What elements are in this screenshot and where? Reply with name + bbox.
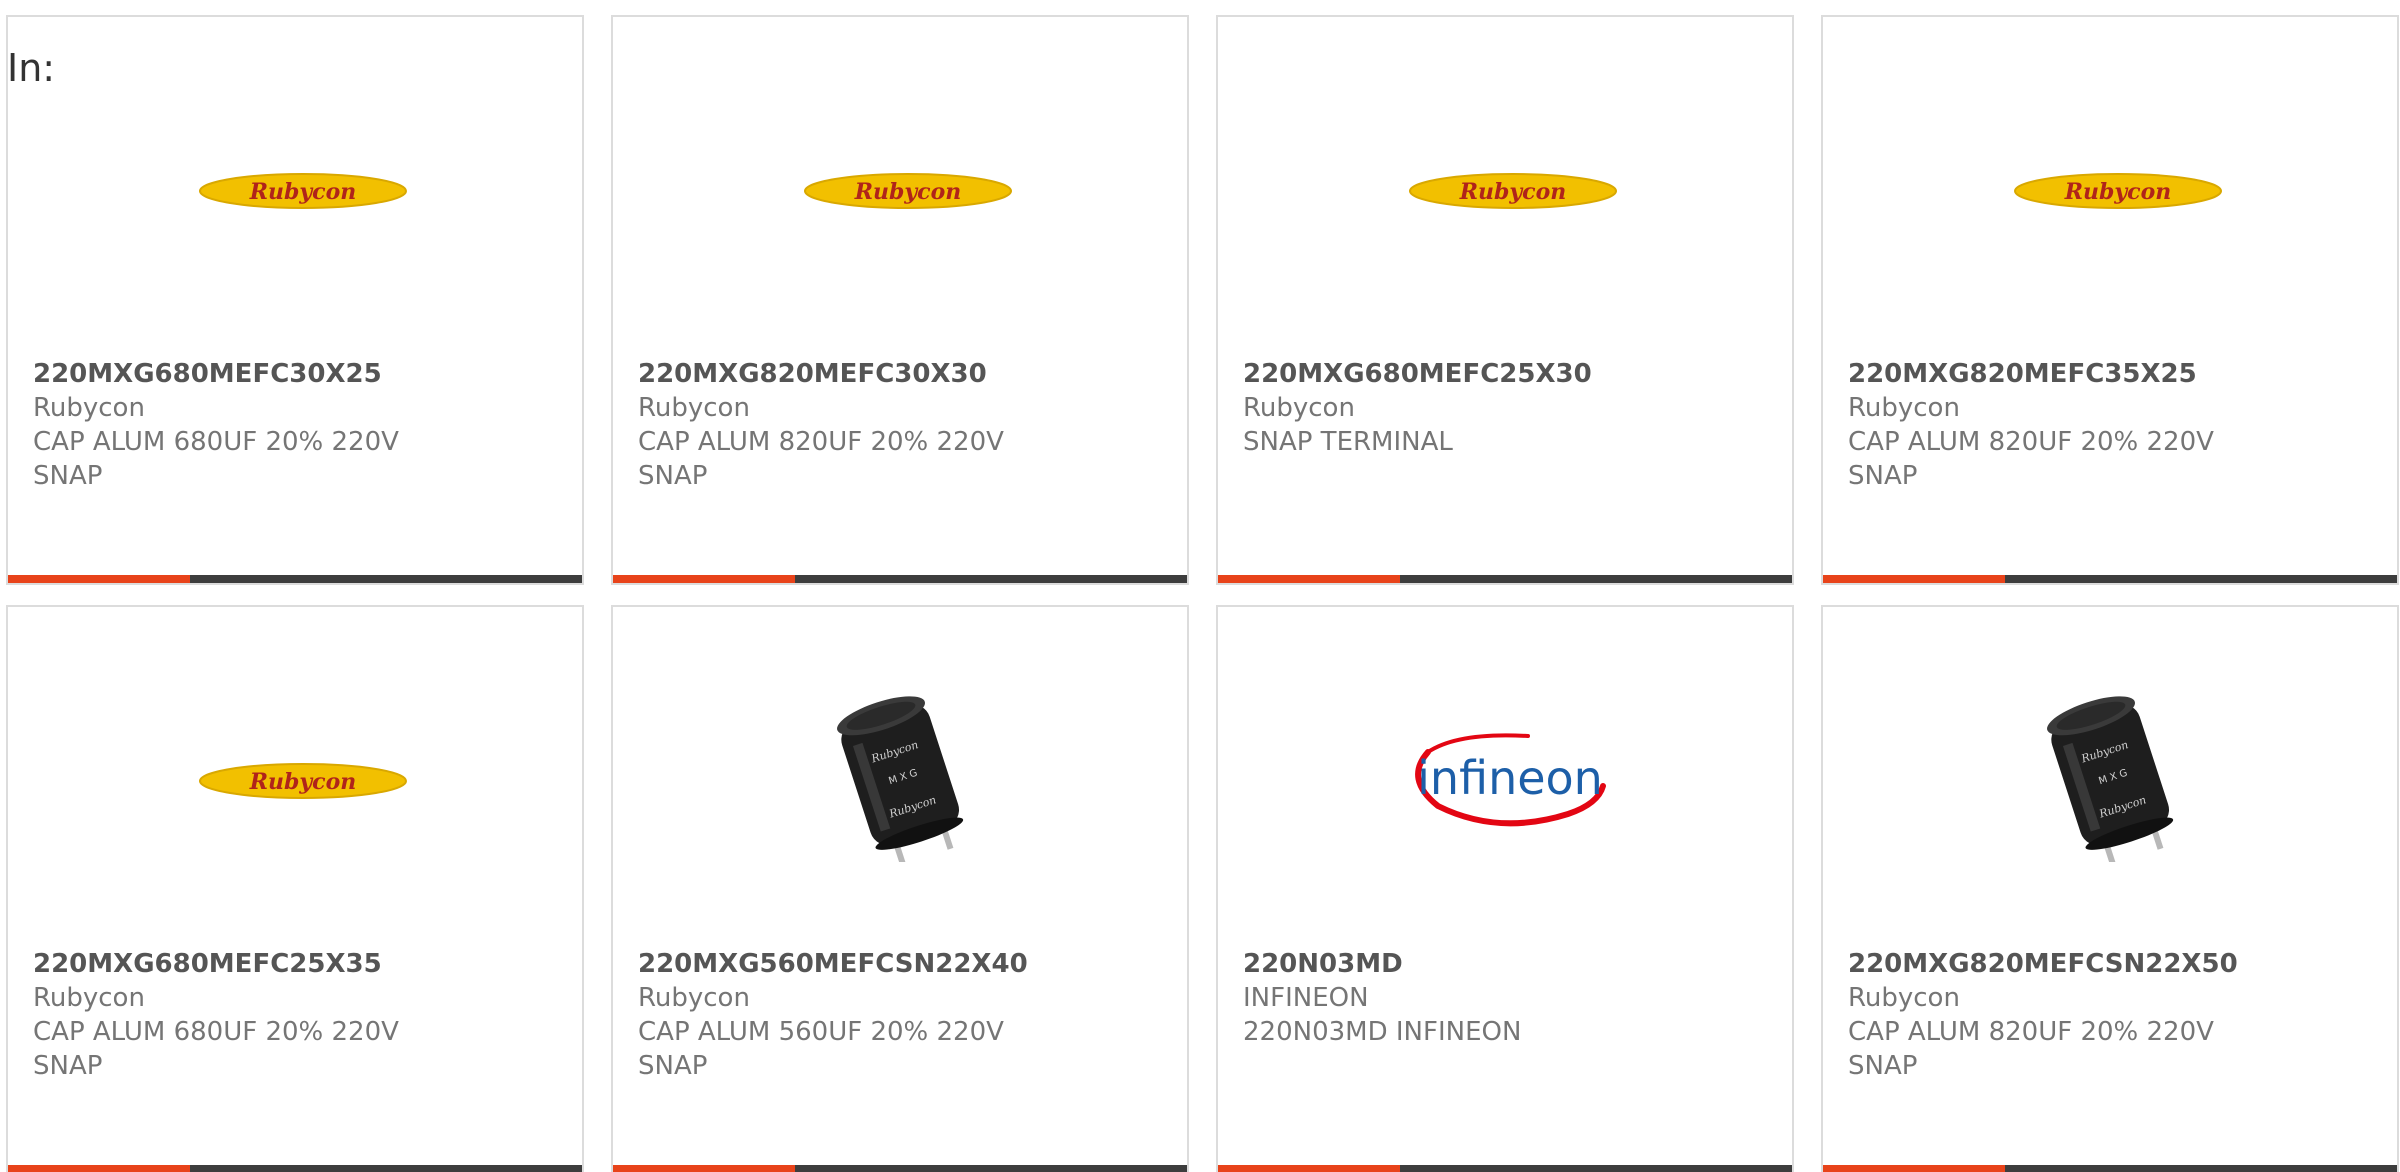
card-footer-accent: [613, 575, 795, 583]
capacitor-photo-icon: Rubycon M X G Rubycon: [2047, 696, 2174, 862]
card-footer-bar: [8, 575, 582, 583]
part-number[interactable]: 220MXG820MEFC35X25: [1848, 357, 2377, 391]
description: CAP ALUM 680UF 20% 220V SNAP: [33, 427, 399, 491]
capacitor-photo-icon: Rubycon M X G Rubycon: [837, 696, 964, 862]
part-number[interactable]: 220MXG560MEFCSN22X40: [638, 947, 1167, 981]
card-footer-accent: [1218, 575, 1400, 583]
manufacturer: Rubycon: [1848, 393, 1960, 423]
card-footer-bar: [613, 1165, 1187, 1172]
description: 220N03MD INFINEON: [1243, 1017, 1522, 1047]
product-image[interactable]: Rubycon M X G Rubycon: [613, 607, 1187, 927]
card-footer-accent: [1823, 1165, 2005, 1172]
manufacturer: Rubycon: [1243, 393, 1355, 423]
description: SNAP TERMINAL: [1243, 427, 1453, 457]
product-card[interactable]: Rubycon 220MXG820MEFC30X30 Rubycon CAP A…: [611, 15, 1189, 585]
description: CAP ALUM 820UF 20% 220V SNAP: [1848, 427, 2214, 491]
rubycon-logo-icon: Rubycon: [1409, 173, 1617, 209]
product-image[interactable]: Rubycon: [1823, 17, 2397, 337]
svg-text:Rubycon: Rubycon: [854, 179, 962, 205]
card-footer-bar: [1218, 1165, 1792, 1172]
product-card[interactable]: Rubycon M X G Rubycon 220MXG820MEFCSN22X…: [1821, 605, 2399, 1172]
card-footer-bar: [613, 575, 1187, 583]
product-card[interactable]: Rubycon 220MXG680MEFC30X25 Rubycon CAP A…: [6, 15, 584, 585]
rubycon-logo-icon: Rubycon: [804, 173, 1012, 209]
product-card[interactable]: Rubycon 220MXG680MEFC25X30 Rubycon SNAP …: [1216, 15, 1794, 585]
product-card[interactable]: Rubycon 220MXG680MEFC25X35 Rubycon CAP A…: [6, 605, 584, 1172]
manufacturer: INFINEON: [1243, 983, 1369, 1013]
part-number[interactable]: 220MXG680MEFC30X25: [33, 357, 562, 391]
card-footer-accent: [8, 1165, 190, 1172]
part-number[interactable]: 220MXG820MEFC30X30: [638, 357, 1167, 391]
manufacturer: Rubycon: [1848, 983, 1960, 1013]
product-image[interactable]: Rubycon: [8, 17, 582, 337]
card-footer-bar: [1823, 1165, 2397, 1172]
manufacturer: Rubycon: [33, 983, 145, 1013]
description: CAP ALUM 680UF 20% 220V SNAP: [33, 1017, 399, 1081]
product-image[interactable]: Rubycon M X G Rubycon: [1823, 607, 2397, 927]
card-footer-bar: [8, 1165, 582, 1172]
part-number[interactable]: 220MXG820MEFCSN22X50: [1848, 947, 2377, 981]
svg-text:Rubycon: Rubycon: [1459, 179, 1567, 205]
manufacturer: Rubycon: [638, 983, 750, 1013]
product-image[interactable]: Rubycon: [613, 17, 1187, 337]
svg-text:Rubycon: Rubycon: [249, 179, 357, 205]
description: CAP ALUM 820UF 20% 220V SNAP: [638, 427, 1004, 491]
filter-label: In:: [7, 46, 56, 90]
card-footer-bar: [1218, 575, 1792, 583]
results-page: In: Rubycon 220MXG680MEFC30X25 Rubycon C…: [0, 0, 2400, 1172]
description: CAP ALUM 560UF 20% 220V SNAP: [638, 1017, 1004, 1081]
card-footer-accent: [1823, 575, 2005, 583]
card-footer-bar: [1823, 575, 2397, 583]
product-card[interactable]: Rubycon 220MXG820MEFC35X25 Rubycon CAP A…: [1821, 15, 2399, 585]
svg-text:infineon: infineon: [1417, 751, 1603, 805]
card-footer-accent: [8, 575, 190, 583]
infineon-logo-icon: infineon: [1415, 733, 1606, 827]
rubycon-logo-icon: Rubycon: [199, 173, 407, 209]
svg-text:Rubycon: Rubycon: [249, 769, 357, 795]
manufacturer: Rubycon: [638, 393, 750, 423]
part-number[interactable]: 220MXG680MEFC25X35: [33, 947, 562, 981]
rubycon-logo-icon: Rubycon: [199, 763, 407, 799]
product-image[interactable]: infineon: [1218, 607, 1792, 927]
rubycon-logo-icon: Rubycon: [2014, 173, 2222, 209]
part-number[interactable]: 220MXG680MEFC25X30: [1243, 357, 1772, 391]
product-card[interactable]: Rubycon M X G Rubycon 220MXG560MEFCSN22X…: [611, 605, 1189, 1172]
svg-text:Rubycon: Rubycon: [2064, 179, 2172, 205]
card-footer-accent: [1218, 1165, 1400, 1172]
product-image[interactable]: Rubycon: [8, 607, 582, 927]
product-image[interactable]: Rubycon: [1218, 17, 1792, 337]
description: CAP ALUM 820UF 20% 220V SNAP: [1848, 1017, 2214, 1081]
manufacturer: Rubycon: [33, 393, 145, 423]
card-footer-accent: [613, 1165, 795, 1172]
part-number[interactable]: 220N03MD: [1243, 947, 1772, 981]
product-card[interactable]: infineon 220N03MD INFINEON 220N03MD INFI…: [1216, 605, 1794, 1172]
